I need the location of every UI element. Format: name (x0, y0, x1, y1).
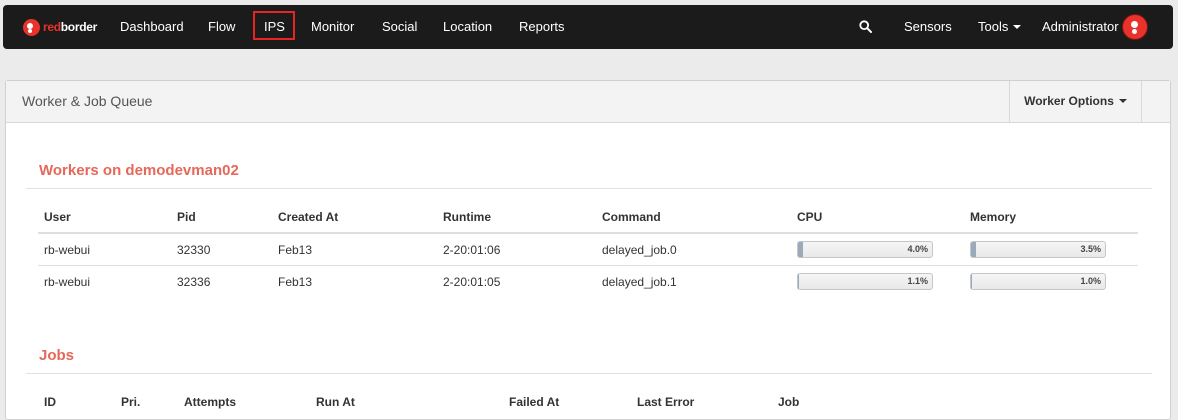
column-header-id: ID (44, 395, 56, 409)
cell-runtime: 2-20:01:06 (437, 232, 596, 266)
column-header-created-at: Created At (278, 210, 339, 224)
column-header-priority: Pri. (121, 395, 141, 409)
panel-title: Worker & Job Queue (22, 93, 153, 109)
cell-runtime: 2-20:01:05 (437, 265, 596, 297)
workers-section-title: Workers on demodevman02 (39, 162, 239, 179)
column-header-runtime: Runtime (443, 210, 491, 224)
column-header-cpu: CPU (797, 210, 823, 224)
column-header-memory: Memory (970, 210, 1017, 224)
top-navbar: redborder Dashboard Flow IPS Monitor Soc… (3, 5, 1173, 49)
brand-logo[interactable]: redborder (23, 18, 97, 36)
cpu-value: 4.0% (907, 244, 928, 254)
redborder-logo-icon (23, 18, 40, 36)
nav-user-menu[interactable]: Administrator (1042, 5, 1119, 49)
divider (26, 373, 1152, 374)
nav-dashboard[interactable]: Dashboard (120, 5, 184, 49)
nav-flow[interactable]: Flow (208, 5, 235, 49)
cell-command: delayed_job.0 (596, 232, 791, 266)
column-header-pid: Pid (177, 210, 196, 224)
nav-reports[interactable]: Reports (519, 5, 565, 49)
nav-tools-dropdown[interactable]: Tools (978, 5, 1022, 49)
column-header-last-error: Last Error (637, 395, 695, 409)
user-avatar[interactable] (1122, 14, 1148, 40)
panel-header: Worker & Job Queue Worker Options (6, 81, 1170, 123)
brand-text-white: border (60, 20, 98, 34)
cell-cpu: 1.1% (791, 265, 964, 297)
progress-fill (971, 242, 976, 257)
worker-job-queue-panel: Worker & Job Queue Worker Options Worker… (5, 80, 1171, 420)
cell-command: delayed_job.1 (596, 265, 791, 297)
cell-memory: 3.5% (964, 232, 1138, 266)
column-header-run-at: Run At (316, 395, 355, 409)
cell-pid: 32336 (171, 265, 272, 297)
progress-fill (971, 274, 973, 289)
cell-user: rb-webui (38, 232, 171, 266)
worker-options-label: Worker Options (1024, 94, 1114, 108)
memory-value: 1.0% (1080, 276, 1101, 286)
cpu-progress-bar: 1.1% (797, 273, 933, 290)
cell-created-at: Feb13 (272, 232, 437, 266)
table-row: rb-webui 32336 Feb13 2-20:01:05 delayed_… (38, 265, 1138, 297)
chevron-down-icon (1118, 99, 1127, 103)
worker-options-dropdown[interactable]: Worker Options (1009, 81, 1142, 122)
nav-tools-label: Tools (978, 19, 1009, 34)
table-row: rb-webui 32330 Feb13 2-20:01:06 delayed_… (38, 232, 1138, 266)
column-header-command: Command (602, 210, 661, 224)
workers-table: User Pid Created At Runtime Command CPU … (38, 202, 1138, 297)
search-icon[interactable] (859, 20, 872, 33)
brand-text-red: red (43, 20, 61, 34)
progress-fill (798, 274, 800, 289)
nav-location[interactable]: Location (443, 5, 492, 49)
memory-progress-bar: 1.0% (970, 273, 1106, 290)
cell-pid: 32330 (171, 232, 272, 266)
memory-progress-bar: 3.5% (970, 241, 1106, 258)
cpu-progress-bar: 4.0% (797, 241, 933, 258)
cpu-value: 1.1% (907, 276, 928, 286)
ips-highlight-box (253, 11, 295, 40)
cell-memory: 1.0% (964, 265, 1138, 297)
progress-fill (798, 242, 804, 257)
jobs-section-title: Jobs (39, 347, 75, 364)
nav-monitor[interactable]: Monitor (311, 5, 354, 49)
cell-created-at: Feb13 (272, 265, 437, 297)
column-header-job: Job (778, 395, 800, 409)
nav-sensors[interactable]: Sensors (904, 5, 952, 49)
memory-value: 3.5% (1080, 244, 1101, 254)
column-header-user: User (44, 210, 71, 224)
chevron-down-icon (1013, 25, 1022, 29)
nav-social[interactable]: Social (382, 5, 417, 49)
column-header-attempts: Attempts (184, 395, 237, 409)
cell-cpu: 4.0% (791, 232, 964, 266)
cell-user: rb-webui (38, 265, 171, 297)
column-header-failed-at: Failed At (509, 395, 560, 409)
divider (26, 188, 1152, 189)
jobs-table: ID Pri. Attempts Run At Failed At Last E… (38, 387, 938, 417)
